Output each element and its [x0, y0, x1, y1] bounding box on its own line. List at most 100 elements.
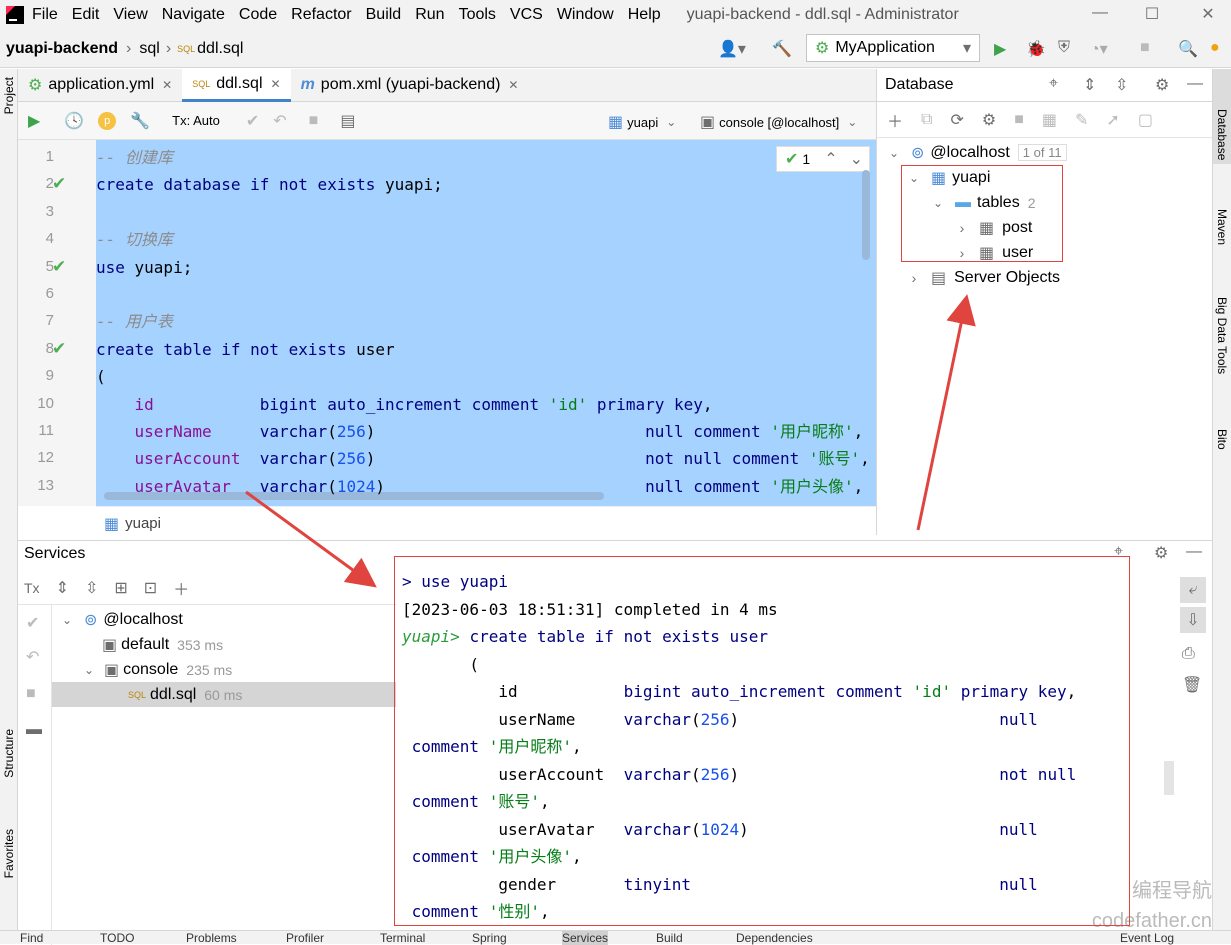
status-tab-spring[interactable]: Spring	[472, 931, 507, 945]
breadcrumb-project[interactable]: yuapi-backend	[6, 40, 118, 58]
breadcrumb-folder[interactable]: sql	[139, 40, 159, 58]
table-view-icon[interactable]: ▤	[340, 111, 355, 131]
status-tab-build[interactable]: Build	[656, 931, 683, 945]
menu-build[interactable]: Build	[366, 6, 402, 24]
status-tab-todo[interactable]: TODO	[100, 931, 134, 945]
menu-code[interactable]: Code	[239, 6, 277, 24]
svc-node-default[interactable]: ▣ default 353 ms	[102, 632, 223, 657]
menu-vcs[interactable]: VCS	[510, 6, 543, 24]
menu-window[interactable]: Window	[557, 6, 614, 24]
filter-icon[interactable]: ⊡	[144, 578, 157, 598]
menu-run[interactable]: Run	[415, 6, 444, 24]
settings-wrench-icon[interactable]: 🔧	[130, 111, 150, 131]
console-select[interactable]: ▣ console [@localhost] ⌄	[700, 112, 857, 132]
maximize-icon[interactable]: ☐	[1140, 4, 1164, 24]
status-tab-terminal[interactable]: Terminal	[380, 931, 425, 945]
menu-help[interactable]: Help	[628, 6, 661, 24]
output-scrollbar[interactable]	[1164, 761, 1174, 795]
add-icon[interactable]: ＋	[887, 108, 903, 132]
vertical-scrollbar[interactable]	[862, 170, 870, 260]
tab-ddl-sql[interactable]: SQL ddl.sql ✕	[182, 68, 291, 102]
stop-icon[interactable]: ■	[309, 112, 319, 130]
history-icon[interactable]: 🕓	[64, 111, 84, 131]
coverage-icon[interactable]: ⛨	[1058, 39, 1070, 57]
tx-icon[interactable]: Tx	[24, 580, 40, 596]
collapse-all-icon[interactable]: ⇳	[85, 578, 98, 598]
close-tab-icon[interactable]: ✕	[271, 77, 281, 91]
target-icon[interactable]: ⌖	[1049, 75, 1058, 93]
build-hammer-icon[interactable]: 🔨	[772, 39, 792, 59]
user-icon[interactable]: 👤▾	[718, 39, 746, 59]
close-tab-icon[interactable]: ✕	[508, 78, 518, 92]
inspection-widget[interactable]: ✔ 1 ⌃ ⌄	[776, 146, 870, 172]
menu-navigate[interactable]: Navigate	[162, 6, 225, 24]
soft-wrap-icon[interactable]: ⤶	[1180, 577, 1206, 603]
tree-node-server-objects[interactable]: › ▤ Server Objects	[907, 265, 1060, 290]
commit-icon[interactable]: ✔	[26, 613, 39, 633]
schema-select[interactable]: ▦ yuapi ⌄	[608, 112, 676, 132]
stop-icon[interactable]: ■	[26, 685, 36, 703]
rollback-icon[interactable]: ↶	[273, 111, 286, 131]
add-service-icon[interactable]: ＋	[173, 576, 189, 600]
execute-icon[interactable]: ▶	[28, 111, 40, 131]
search-icon[interactable]: 🔍	[1178, 39, 1198, 59]
edit-icon[interactable]: ✎	[1075, 110, 1088, 130]
collapse-all-icon[interactable]: ⇳	[1115, 75, 1128, 95]
layout-icon[interactable]: ▬	[26, 721, 42, 739]
chevron-up-icon[interactable]: ⌃	[824, 149, 837, 169]
table-icon[interactable]: ▦	[1042, 110, 1057, 130]
menu-view[interactable]: View	[113, 6, 147, 24]
close-tab-icon[interactable]: ✕	[162, 78, 172, 92]
hide-icon[interactable]: —	[1186, 543, 1202, 561]
tool-window-structure[interactable]: Structure	[2, 729, 16, 778]
stop-icon[interactable]: ■	[1140, 39, 1150, 57]
tree-node-localhost[interactable]: ⌄ ⊚ @localhost 1 of 11	[887, 140, 1067, 165]
properties-icon[interactable]: ⚙	[982, 110, 996, 130]
group-icon[interactable]: ⊞	[114, 578, 127, 598]
tab-pom-xml[interactable]: m pom.xml (yuapi-backend) ✕	[291, 69, 529, 102]
gear-icon[interactable]: ⚙	[1155, 75, 1169, 95]
tool-window-big-data-tools[interactable]: Big Data Tools	[1215, 297, 1229, 374]
commit-icon[interactable]: ✔	[246, 111, 259, 131]
run-icon[interactable]: ▶	[994, 39, 1006, 59]
chevron-down-icon[interactable]: ⌄	[850, 149, 863, 169]
stop-icon[interactable]: ■	[1014, 111, 1024, 129]
status-tab-problems[interactable]: Problems	[186, 931, 237, 945]
status-tab-profiler[interactable]: Profiler	[286, 931, 324, 945]
profile-icon[interactable]: ◔▾	[1090, 39, 1108, 59]
hide-icon[interactable]: —	[1187, 75, 1203, 93]
jump-icon[interactable]: ➚	[1106, 110, 1119, 130]
scroll-to-end-icon[interactable]: ⇩	[1180, 607, 1206, 633]
chevron-down-icon[interactable]: ⌄	[82, 663, 96, 677]
print-icon[interactable]: ⎙	[1182, 645, 1195, 663]
gear-icon[interactable]: ⚙	[1154, 543, 1168, 563]
transaction-mode[interactable]: Tx: Auto	[172, 113, 220, 128]
code-editor[interactable]: ✔ 1 ⌃ ⌄ -- 创建库 create database if not exi…	[96, 140, 876, 506]
svc-node-ddl-sql[interactable]: SQL ddl.sql 60 ms	[52, 682, 396, 707]
rollback-icon[interactable]: ↶	[26, 647, 39, 667]
explain-plan-icon[interactable]: p	[98, 111, 117, 130]
expand-all-icon[interactable]: ⇕	[1083, 75, 1096, 95]
menu-refactor[interactable]: Refactor	[291, 6, 351, 24]
minimize-icon[interactable]: —	[1088, 4, 1112, 22]
run-success-icon[interactable]: ✔	[52, 257, 66, 277]
query-console-icon[interactable]: ▢	[1138, 110, 1153, 130]
status-tab-find[interactable]: Find	[20, 931, 43, 945]
breadcrumb-file[interactable]: ddl.sql	[197, 40, 243, 58]
update-icon[interactable]: ●	[1210, 39, 1220, 57]
menu-edit[interactable]: Edit	[72, 6, 100, 24]
chevron-down-icon[interactable]: ⌄	[60, 613, 74, 627]
tool-window-maven[interactable]: Maven	[1215, 209, 1229, 245]
tool-window-favorites[interactable]: Favorites	[2, 829, 16, 878]
menu-file[interactable]: File	[32, 6, 58, 24]
expand-all-icon[interactable]: ⇕	[56, 578, 69, 598]
status-tab-services[interactable]: Services	[562, 931, 609, 945]
tool-window-project[interactable]: Project	[2, 77, 16, 114]
refresh-icon[interactable]: ⟳	[950, 110, 963, 130]
tool-window-database[interactable]: Database	[1215, 109, 1229, 160]
status-tab-dependencies[interactable]: Dependencies	[736, 931, 813, 945]
menu-tools[interactable]: Tools	[459, 6, 496, 24]
run-config-select[interactable]: ⚙ MyApplication ▾	[806, 34, 980, 62]
tool-window-bito[interactable]: Bito	[1215, 429, 1229, 450]
run-success-icon[interactable]: ✔	[52, 174, 66, 194]
